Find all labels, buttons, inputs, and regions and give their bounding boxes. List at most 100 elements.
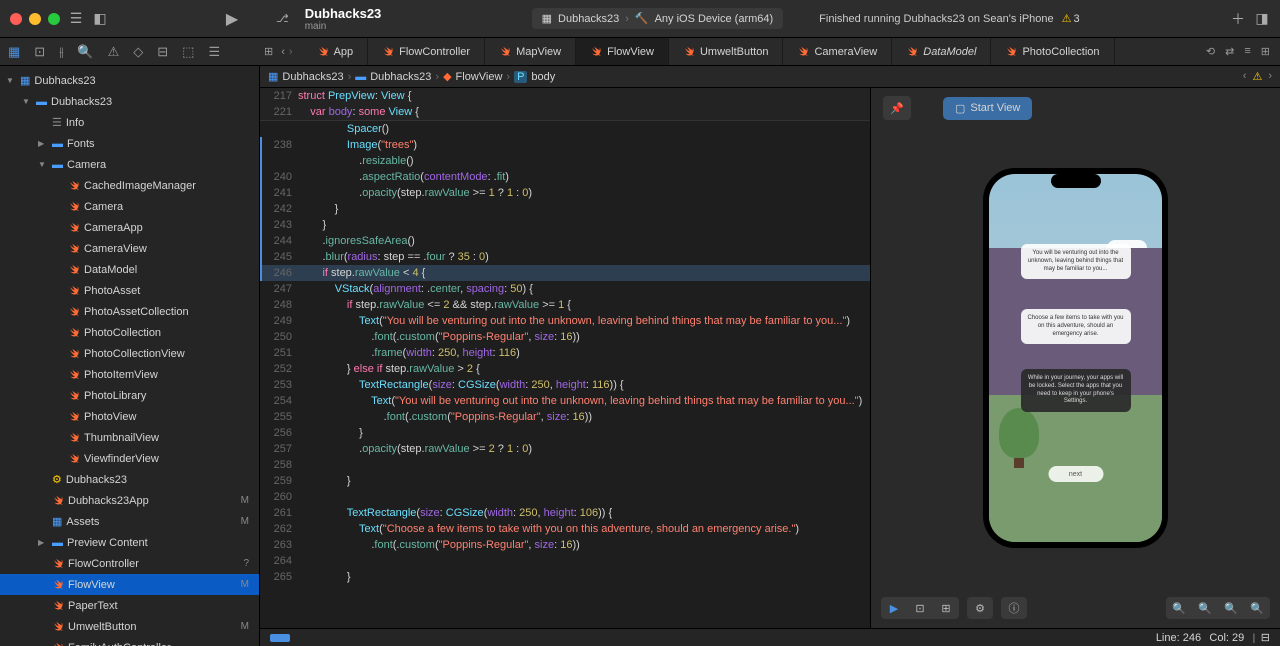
- tree-item-viewfinderview[interactable]: ViewfinderView: [0, 448, 259, 469]
- tree-item-flowview[interactable]: FlowViewM: [0, 574, 259, 595]
- selectable-button[interactable]: ⊡: [907, 597, 933, 619]
- code-line[interactable]: 262 Text("Choose a few items to take wit…: [260, 521, 870, 537]
- code-line[interactable]: 245 .blur(radius: step == .four ? 35 : 0…: [260, 249, 870, 265]
- reload-icon[interactable]: ⟲: [1206, 45, 1215, 58]
- tree-item-dubhacks23[interactable]: ▼▬Dubhacks23: [0, 91, 259, 112]
- code-line[interactable]: 263 .font(.custom("Poppins-Regular", siz…: [260, 537, 870, 553]
- code-line[interactable]: 246 if step.rawValue < 4 {: [260, 265, 870, 281]
- branch-name[interactable]: main: [305, 21, 327, 32]
- code-line[interactable]: 253 TextRectangle(size: CGSize(width: 25…: [260, 377, 870, 393]
- tree-item-photoview[interactable]: PhotoView: [0, 406, 259, 427]
- tree-item-photocollectionview[interactable]: PhotoCollectionView: [0, 343, 259, 364]
- close-window[interactable]: [10, 13, 22, 25]
- code-line[interactable]: 242 }: [260, 201, 870, 217]
- tree-item-preview content[interactable]: ▶▬Preview Content: [0, 532, 259, 553]
- adjust-icon[interactable]: ⇄: [1225, 45, 1234, 58]
- tree-item-info[interactable]: ☰Info: [0, 112, 259, 133]
- jump-bar[interactable]: ▦ Dubhacks23 › ▬ Dubhacks23 › ◆ FlowView…: [260, 66, 1280, 88]
- chevron-icon[interactable]: ▼: [22, 97, 32, 106]
- related-items-icon[interactable]: ⊞: [264, 45, 273, 58]
- next-icon[interactable]: ›: [1268, 70, 1272, 83]
- sidebar-toggle-icon[interactable]: ☰: [68, 11, 84, 27]
- library-icon[interactable]: ◨: [1254, 11, 1270, 27]
- zoom-in-icon[interactable]: 🔍: [1244, 597, 1270, 619]
- tree-item-flowcontroller[interactable]: FlowController?: [0, 553, 259, 574]
- list-icon[interactable]: ≡: [1244, 45, 1250, 58]
- tree-item-cameraapp[interactable]: CameraApp: [0, 217, 259, 238]
- navigator-reports-icon[interactable]: ☰: [208, 44, 220, 60]
- code-line[interactable]: 259 }: [260, 473, 870, 489]
- run-icon[interactable]: ▶: [224, 11, 240, 27]
- preview-screen[interactable]: You will be venturing out into the unkno…: [989, 174, 1162, 542]
- code-line[interactable]: 254 Text("You will be venturing out into…: [260, 393, 870, 409]
- code-line[interactable]: 261 TextRectangle(size: CGSize(width: 25…: [260, 505, 870, 521]
- variants-button[interactable]: ⊞: [933, 597, 959, 619]
- navigator-find-icon[interactable]: 🔍: [77, 44, 93, 60]
- code-line[interactable]: 243 }: [260, 217, 870, 233]
- chevron-icon[interactable]: ▼: [38, 160, 48, 169]
- code-editor[interactable]: 217struct PrepView: View {221 var body: …: [260, 88, 870, 628]
- navigator-source-icon[interactable]: ⊡: [34, 44, 45, 60]
- device-settings-button[interactable]: ⚙: [967, 597, 993, 619]
- crumb[interactable]: FlowView: [456, 71, 503, 83]
- navigator-breakpoints-icon[interactable]: ⬚: [182, 44, 194, 60]
- code-line[interactable]: .resizable(): [260, 153, 870, 169]
- split-icon[interactable]: ⊞: [1261, 45, 1270, 58]
- status-indicator[interactable]: [270, 634, 290, 642]
- code-line[interactable]: 265 }: [260, 569, 870, 585]
- crumb[interactable]: body: [531, 71, 555, 83]
- code-line[interactable]: 238 Image("trees"): [260, 137, 870, 153]
- pin-button[interactable]: 📌: [883, 96, 911, 120]
- chevron-down-icon[interactable]: ▼: [6, 76, 16, 85]
- navigator-issues-icon[interactable]: ⚠: [108, 44, 120, 60]
- tab-datamodel[interactable]: DataModel: [892, 38, 991, 65]
- warning-icon[interactable]: ⚠: [1252, 70, 1262, 83]
- tree-item-camera[interactable]: ▼▬Camera: [0, 154, 259, 175]
- preferences-button[interactable]: ⓘ: [1001, 597, 1027, 619]
- sidebar-right-icon[interactable]: ◧: [92, 11, 108, 27]
- code-line[interactable]: 255 .font(.custom("Poppins-Regular", siz…: [260, 409, 870, 425]
- tree-item-photoassetcollection[interactable]: PhotoAssetCollection: [0, 301, 259, 322]
- code-line[interactable]: 256 }: [260, 425, 870, 441]
- tree-item-dubhacks23[interactable]: ⚙Dubhacks23: [0, 469, 259, 490]
- back-icon[interactable]: ‹: [281, 46, 285, 58]
- code-line[interactable]: 257 .opacity(step.rawValue >= 2 ? 1 : 0): [260, 441, 870, 457]
- code-line[interactable]: 260: [260, 489, 870, 505]
- prev-icon[interactable]: ‹: [1243, 70, 1247, 83]
- fullscreen-window[interactable]: [48, 13, 60, 25]
- code-line[interactable]: 258: [260, 457, 870, 473]
- zoom-100-icon[interactable]: 🔍: [1218, 597, 1244, 619]
- scheme-selector[interactable]: ▦ Dubhacks23 › 🔨 Any iOS Device (arm64): [532, 8, 784, 29]
- code-line[interactable]: 244 .ignoresSafeArea(): [260, 233, 870, 249]
- code-line[interactable]: 247 VStack(alignment: .center, spacing: …: [260, 281, 870, 297]
- code-line[interactable]: 241 .opacity(step.rawValue >= 1 ? 1 : 0): [260, 185, 870, 201]
- tree-item-photocollection[interactable]: PhotoCollection: [0, 322, 259, 343]
- tree-item-umweltbutton[interactable]: UmweltButtonM: [0, 616, 259, 637]
- tree-item-familyauthcontroller[interactable]: FamilyAuthController: [0, 637, 259, 646]
- navigator-project-icon[interactable]: ▦: [8, 44, 20, 60]
- navigator-symbols-icon[interactable]: ⫲: [59, 44, 63, 60]
- project-navigator[interactable]: ▼ ▦ Dubhacks23 ▼▬Dubhacks23☰Info▶▬Fonts▼…: [0, 66, 260, 646]
- crumb[interactable]: Dubhacks23: [282, 71, 343, 83]
- tree-item-thumbnailview[interactable]: ThumbnailView: [0, 427, 259, 448]
- code-line[interactable]: 249 Text("You will be venturing out into…: [260, 313, 870, 329]
- chevron-icon[interactable]: ▶: [38, 139, 48, 148]
- tree-item-cameraview[interactable]: CameraView: [0, 238, 259, 259]
- navigator-debug-icon[interactable]: ⊟: [157, 44, 168, 60]
- zoom-out-icon[interactable]: 🔍: [1166, 597, 1192, 619]
- tree-root[interactable]: ▼ ▦ Dubhacks23: [0, 70, 259, 91]
- plus-icon[interactable]: ＋: [1230, 11, 1246, 27]
- tab-app[interactable]: App: [303, 38, 369, 65]
- crumb[interactable]: Dubhacks23: [370, 71, 431, 83]
- code-line[interactable]: 251 .frame(width: 250, height: 116): [260, 345, 870, 361]
- code-line[interactable]: 240 .aspectRatio(contentMode: .fit): [260, 169, 870, 185]
- code-line[interactable]: 250 .font(.custom("Poppins-Regular", siz…: [260, 329, 870, 345]
- code-line[interactable]: 248 if step.rawValue <= 2 && step.rawVal…: [260, 297, 870, 313]
- code-line[interactable]: 264: [260, 553, 870, 569]
- tree-item-datamodel[interactable]: DataModel: [0, 259, 259, 280]
- tab-umweltbutton[interactable]: UmweltButton: [669, 38, 783, 65]
- code-line[interactable]: 252 } else if step.rawValue > 2 {: [260, 361, 870, 377]
- forward-icon[interactable]: ›: [289, 46, 293, 58]
- tree-item-photoitemview[interactable]: PhotoItemView: [0, 364, 259, 385]
- tree-item-camera[interactable]: Camera: [0, 196, 259, 217]
